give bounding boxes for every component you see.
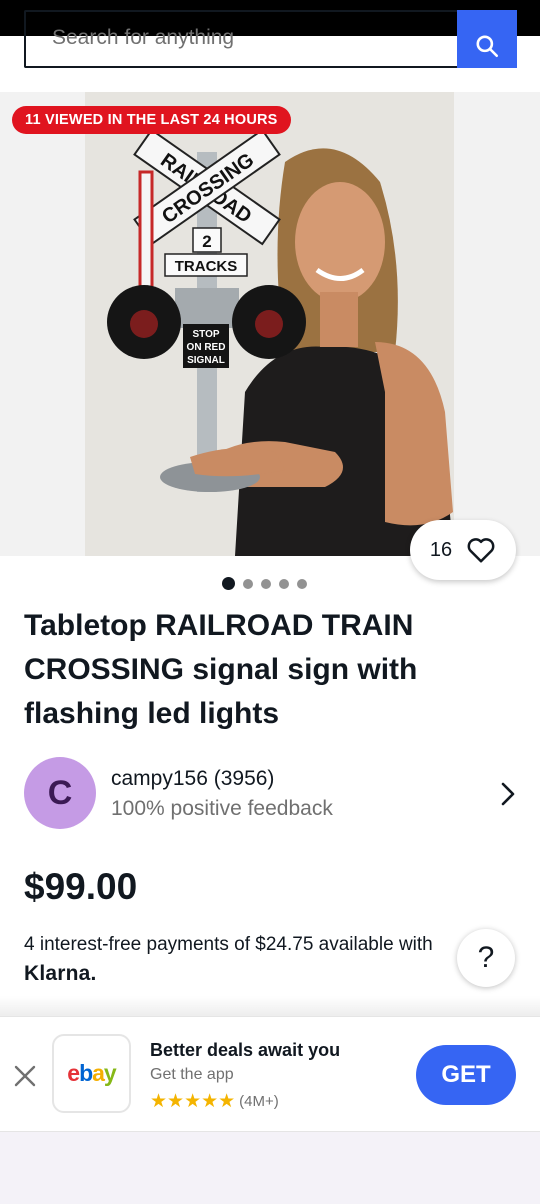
image-gallery[interactable]: RAILROAD CROSSING 2 TRACKS STOP (0, 92, 540, 556)
watch-button[interactable]: 16 (410, 520, 516, 580)
installments-info: 4 interest-free payments of $24.75 avail… (24, 930, 464, 989)
rating-count: (4M+) (239, 1093, 279, 1110)
app-rating: ★★★★★ (4M+) (150, 1090, 279, 1113)
search-input[interactable]: Search for anything (24, 10, 458, 68)
get-app-button[interactable]: GET (416, 1045, 516, 1105)
price: $99.00 (24, 866, 138, 907)
pagination-dot[interactable] (297, 578, 307, 589)
banner-shadow (0, 996, 540, 1018)
app-install-banner: ebay Better deals await you Get the app … (0, 1016, 540, 1132)
pagination-dot[interactable] (261, 578, 271, 589)
banner-subtitle: Get the app (150, 1066, 234, 1083)
tracks-number: 2 (202, 232, 211, 251)
heart-icon (467, 538, 495, 563)
pagination-dot-active[interactable] (222, 577, 235, 590)
product-photo-illustration: RAILROAD CROSSING 2 TRACKS STOP (85, 92, 454, 556)
chevron-right-icon (501, 782, 515, 806)
watch-count: 16 (429, 538, 453, 561)
star-rating-icon: ★★★★★ (150, 1091, 236, 1112)
stop-sign-line-3: SIGNAL (187, 355, 225, 366)
klarna-logo: Klarna. (24, 962, 97, 985)
person-face (295, 182, 385, 302)
ebay-logo: ebay (67, 1060, 116, 1086)
listing-title: Tabletop RAILROAD TRAIN CROSSING signal … (24, 609, 418, 730)
close-icon[interactable] (13, 1064, 37, 1088)
tracks-label: TRACKS (175, 258, 238, 275)
help-button[interactable]: ? (457, 929, 515, 987)
views-badge: 11 VIEWED IN THE LAST 24 HOURS (12, 106, 291, 134)
installments-text: 4 interest-free payments of $24.75 avail… (24, 934, 433, 955)
pagination-dot[interactable] (243, 578, 253, 589)
stop-sign-line-2: ON RED (187, 342, 226, 353)
search-bar: Search for anything (24, 10, 517, 68)
seller-avatar: C (24, 757, 96, 829)
banner-title: Better deals await you (150, 1040, 341, 1060)
seller-feedback: 100% positive feedback (111, 797, 333, 820)
product-photo[interactable]: RAILROAD CROSSING 2 TRACKS STOP (85, 92, 454, 556)
seller-card[interactable]: C campy156 (3956) 100% positive feedback (24, 757, 516, 829)
search-button[interactable] (457, 10, 517, 68)
image-pagination (222, 577, 307, 590)
bottom-area (0, 1132, 540, 1204)
search-icon (476, 35, 499, 58)
seller-name: campy156 (3956) (111, 767, 275, 790)
stop-sign-line-1: STOP (192, 329, 219, 340)
ebay-app-icon: ebay (52, 1034, 131, 1113)
pagination-dot[interactable] (279, 578, 289, 589)
